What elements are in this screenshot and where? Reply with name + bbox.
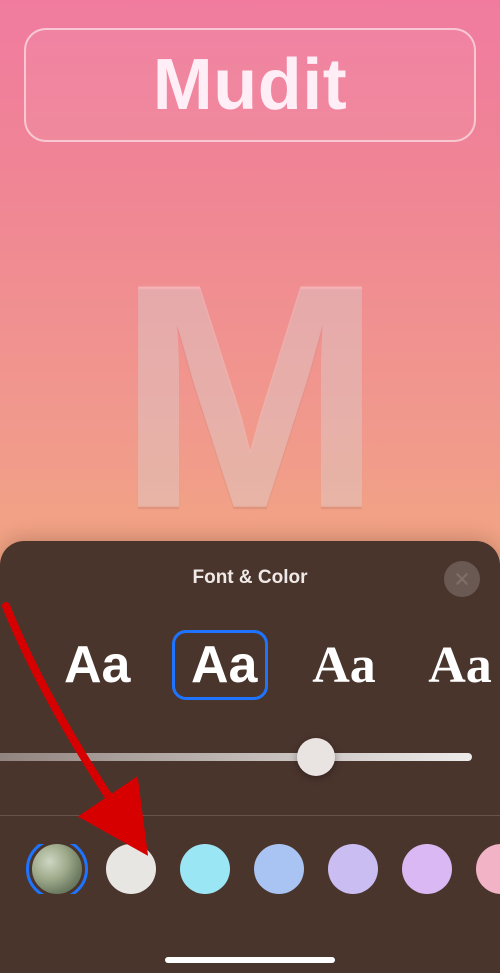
font-option-3[interactable]: Aa <box>420 634 500 697</box>
name-value: Mudit <box>153 44 347 126</box>
font-picker[interactable]: Aa Aa Aa Aa <box>0 621 500 709</box>
home-indicator <box>165 957 335 963</box>
close-button[interactable] <box>444 561 480 597</box>
slider-track <box>0 753 472 761</box>
color-swatch-lilac[interactable] <box>402 844 452 894</box>
monogram-letter: M <box>0 236 500 556</box>
close-icon <box>454 571 470 587</box>
sheet-title: Font & Color <box>192 567 307 589</box>
font-option-1[interactable]: Aa <box>172 630 268 700</box>
font-weight-slider[interactable] <box>0 735 472 779</box>
sheet-header: Font & Color <box>0 541 500 615</box>
contact-poster-editor: Mudit M Font & Color Aa Aa Aa Aa <box>0 0 500 973</box>
color-swatch-white[interactable] <box>106 844 156 894</box>
font-option-0[interactable]: Aa <box>56 633 136 697</box>
color-swatch-gradient[interactable] <box>32 844 82 894</box>
color-picker[interactable] <box>0 844 500 894</box>
color-swatch-lavender[interactable] <box>328 844 378 894</box>
divider <box>0 815 500 816</box>
slider-thumb[interactable] <box>297 738 335 776</box>
name-textfield[interactable]: Mudit <box>24 28 476 142</box>
font-option-2[interactable]: Aa <box>304 634 384 697</box>
color-swatch-sky[interactable] <box>180 844 230 894</box>
color-swatch-pink[interactable] <box>476 844 500 894</box>
font-and-color-sheet: Font & Color Aa Aa Aa Aa <box>0 541 500 973</box>
color-swatch-periwinkle[interactable] <box>254 844 304 894</box>
